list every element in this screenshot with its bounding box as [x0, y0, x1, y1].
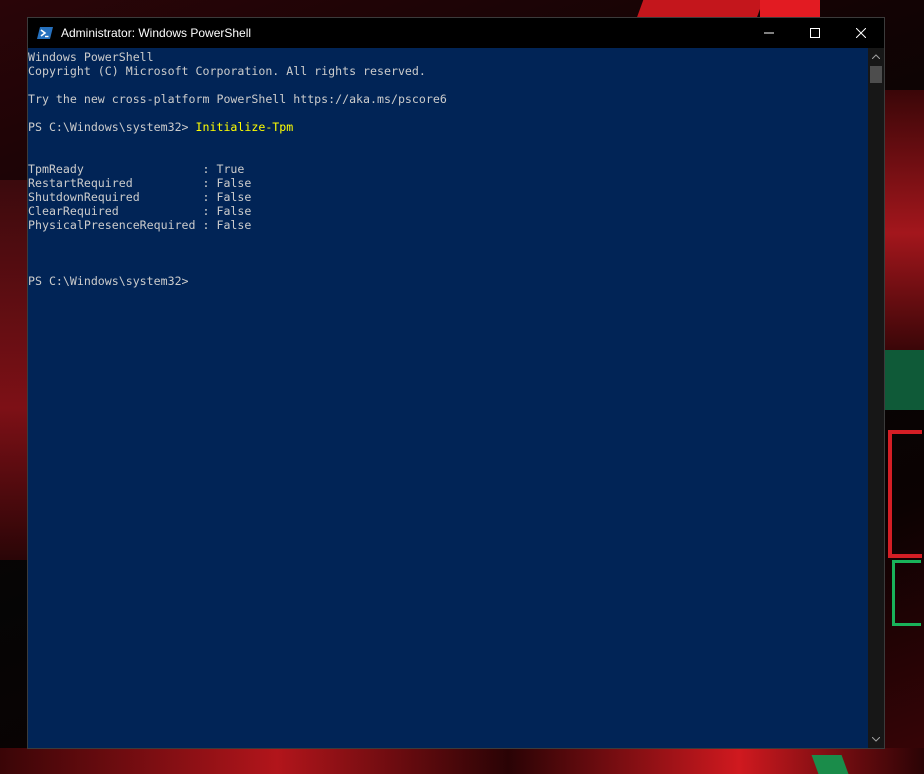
window-title: Administrator: Windows PowerShell [61, 26, 252, 40]
close-icon [856, 28, 866, 38]
chevron-down-icon [872, 737, 880, 742]
wallpaper-shape [885, 90, 924, 350]
console-output[interactable]: Windows PowerShell Copyright (C) Microso… [28, 48, 868, 748]
console-line: PhysicalPresenceRequired : False [28, 218, 252, 232]
minimize-button[interactable] [746, 18, 792, 48]
console-line: ClearRequired : False [28, 204, 252, 218]
wallpaper-shape [760, 0, 820, 18]
maximize-button[interactable] [792, 18, 838, 48]
console-line: ShutdownRequired : False [28, 190, 252, 204]
console-prompt: PS C:\Windows\system32> [28, 120, 196, 134]
desktop-wallpaper: Administrator: Windows PowerShell Window… [0, 0, 924, 774]
chevron-up-icon [872, 54, 880, 59]
powershell-window: Administrator: Windows PowerShell Window… [27, 17, 885, 749]
vertical-scrollbar[interactable] [868, 48, 884, 748]
console-line: RestartRequired : False [28, 176, 252, 190]
wallpaper-shape [888, 430, 922, 558]
console-command: Initialize-Tpm [195, 120, 294, 134]
wallpaper-shape [0, 180, 28, 560]
console-line: Copyright (C) Microsoft Corporation. All… [28, 64, 426, 78]
close-button[interactable] [838, 18, 884, 48]
wallpaper-shape [0, 748, 924, 774]
scroll-up-button[interactable] [868, 48, 884, 65]
wallpaper-shape [636, 0, 764, 18]
console-line: Windows PowerShell [28, 50, 154, 64]
scroll-thumb[interactable] [870, 66, 882, 83]
title-bar[interactable]: Administrator: Windows PowerShell [28, 18, 884, 48]
powershell-icon[interactable] [37, 25, 53, 41]
minimize-icon [764, 32, 774, 34]
wallpaper-shape [885, 350, 924, 410]
console-line: TpmReady : True [28, 162, 245, 176]
wallpaper-shape [811, 755, 849, 774]
console-line: Try the new cross-platform PowerShell ht… [28, 92, 447, 106]
maximize-icon [810, 28, 820, 38]
wallpaper-shape [892, 560, 921, 626]
console-prompt-line: PS C:\Windows\system32> Initialize-Tpm [28, 120, 868, 134]
console-current-prompt[interactable]: PS C:\Windows\system32> [28, 274, 868, 288]
scroll-down-button[interactable] [868, 731, 884, 748]
